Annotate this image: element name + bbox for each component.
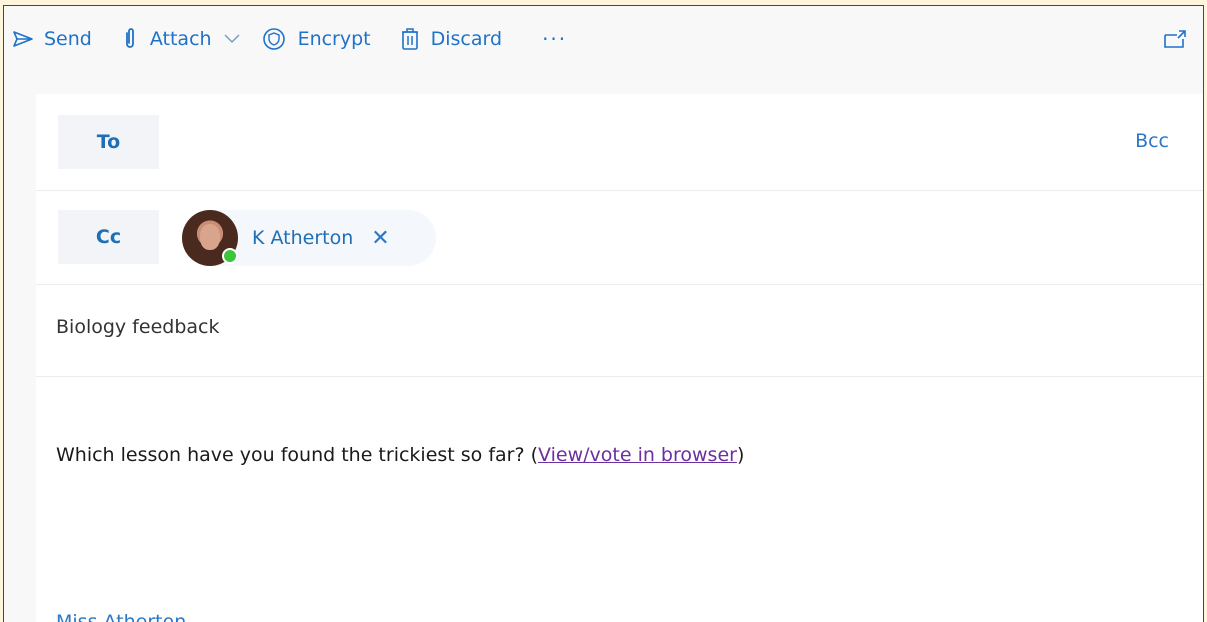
remove-recipient-icon[interactable]: ✕ [371, 226, 389, 251]
view-vote-link[interactable]: View/vote in browser [538, 444, 737, 466]
recipient-chip[interactable]: K Atherton ✕ [182, 210, 436, 266]
to-row: To Bcc [36, 94, 1203, 191]
avatar [182, 210, 238, 266]
paperclip-icon [125, 28, 134, 48]
subject-field[interactable]: Biology feedback [56, 316, 219, 338]
body-text-after: ) [736, 444, 745, 466]
presence-status-dot [222, 248, 238, 264]
more-options-button[interactable]: ··· [542, 19, 567, 59]
to-button[interactable]: To [58, 115, 159, 169]
chevron-down-icon[interactable] [224, 34, 240, 44]
message-body[interactable]: Which lesson have you found the trickies… [56, 444, 744, 466]
cc-label: Cc [95, 226, 122, 248]
body-text: Which lesson have you found the trickies… [56, 444, 539, 466]
send-label: Send [44, 28, 92, 50]
attach-label: Attach [149, 28, 212, 50]
bcc-button[interactable]: Bcc [1135, 130, 1169, 152]
send-icon [13, 31, 33, 47]
mail-compose-window: Send Attach Encrypt Discard ··· To Bcc C… [3, 5, 1204, 622]
more-label: ··· [542, 27, 568, 51]
subject-row[interactable]: Biology feedback [36, 284, 1203, 377]
encrypt-label: Encrypt [297, 28, 371, 50]
cc-button[interactable]: Cc [58, 210, 159, 264]
discard-label: Discard [430, 28, 503, 50]
to-label: To [96, 131, 121, 153]
trash-icon [401, 28, 418, 50]
encrypt-shield-icon [262, 28, 285, 50]
signature: Miss Atherton [56, 611, 187, 622]
avatar-face [200, 224, 220, 250]
recipient-name: K Atherton [252, 227, 354, 249]
discard-button[interactable]: Discard [401, 19, 502, 59]
popout-icon [1164, 30, 1186, 48]
compose-body: To Bcc Cc K Atherton ✕ Biology feedback … [36, 94, 1203, 622]
compose-toolbar: Send Attach Encrypt Discard ··· [4, 6, 1203, 72]
attach-button[interactable]: Attach [124, 19, 240, 59]
encrypt-button[interactable]: Encrypt [262, 19, 371, 59]
cc-row: Cc K Atherton ✕ [36, 190, 1203, 285]
send-button[interactable]: Send [12, 19, 92, 59]
popout-button[interactable] [1163, 19, 1187, 59]
